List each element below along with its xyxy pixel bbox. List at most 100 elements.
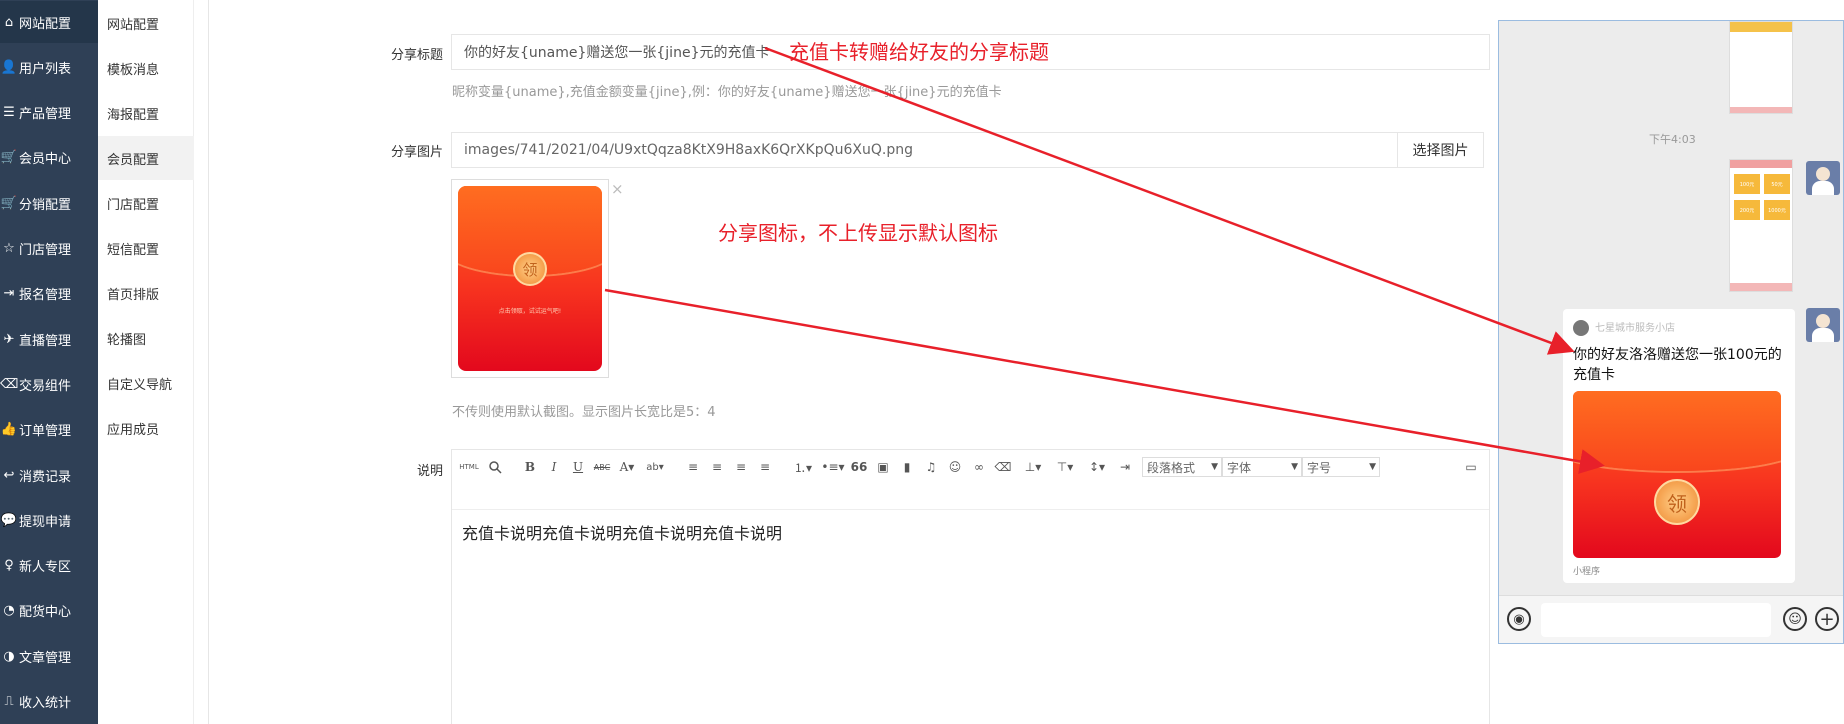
submenu-item-9[interactable]: 应用成员 <box>98 406 194 450</box>
image-icon[interactable]: ▣ <box>874 459 892 475</box>
sidebar-item-8[interactable]: ⌫ 交易组件 <box>0 363 98 405</box>
align-center-icon[interactable]: ≡ <box>708 459 726 475</box>
submenu-item-7[interactable]: 轮播图 <box>98 316 194 360</box>
sidebar-item-label: 配货中心 <box>19 605 72 621</box>
row-spacing-top-icon[interactable]: ⊤▾ <box>1052 459 1078 475</box>
sidebar-item-label: 网站配置 <box>19 16 72 32</box>
music-icon[interactable]: ♫ <box>922 459 940 475</box>
submenu-item-6[interactable]: 首页排版 <box>98 271 194 315</box>
fullscreen-icon[interactable]: ▭ <box>1462 459 1480 475</box>
ordered-list-icon[interactable]: ⒈▾ <box>790 459 816 475</box>
share-image-hint: 不传则使用默认截图。显示图片长宽比是5：4 <box>452 405 716 420</box>
align-justify-icon[interactable]: ≡ <box>756 459 774 475</box>
remove-image-icon[interactable]: × <box>611 180 624 198</box>
emoji-icon[interactable]: ☺ <box>1783 607 1807 631</box>
sidebar-item-2[interactable]: ☰ 产品管理 <box>0 92 98 134</box>
sidebar-item-15[interactable]: ⎍ 收入统计 <box>0 681 98 723</box>
home-icon: ⌂ <box>4 14 14 30</box>
chat-avatar <box>1806 161 1840 195</box>
phone-preview: 下午4:03 100元 50元 200元 1000元 七星城市服务小店 你的好友洛洛赠… <box>1498 20 1844 644</box>
sidebar-item-9[interactable]: 👍 订单管理 <box>0 409 98 451</box>
line-height-icon[interactable]: ↕▾ <box>1084 459 1110 475</box>
icon-annotation: 分享图标，不上传显示默认图标 <box>718 221 998 245</box>
share-image-path-input[interactable]: images/741/2021/04/U9xtQqza8KtX9H8axK6Qr… <box>451 132 1398 168</box>
paragraph-format-select[interactable]: 段落格式 ▼ <box>1142 457 1222 477</box>
strikethrough-button[interactable]: ABC <box>593 459 611 475</box>
chat-avatar-2 <box>1806 308 1840 342</box>
sign-in-icon: ⇥ <box>3 286 15 302</box>
font-family-select[interactable]: 字体 ▼ <box>1222 457 1302 477</box>
eraser-icon[interactable]: ⌫ <box>994 459 1012 475</box>
blockquote-icon[interactable]: 66 <box>850 459 868 475</box>
envelope-coin: 领 <box>513 252 547 286</box>
align-right-icon[interactable]: ≡ <box>732 459 750 475</box>
select-image-button[interactable]: 选择图片 <box>1397 132 1484 168</box>
sidebar-item-label: 订单管理 <box>19 424 72 440</box>
pie-chart-icon: ◔ <box>3 603 15 619</box>
sidebar-item-0[interactable]: ⌂ 网站配置 <box>0 1 98 43</box>
sidebar-item-6[interactable]: ⇥ 报名管理 <box>0 273 98 315</box>
sidebar-item-label: 新人专区 <box>19 560 72 576</box>
emotion-icon[interactable]: ☺ <box>946 459 964 475</box>
paragraph-format-value: 段落格式 <box>1147 460 1196 475</box>
sidebar-item-label: 提现申请 <box>19 514 72 530</box>
envelope-small-text: 点击领取，试试运气吧! <box>498 308 562 315</box>
sidebar-item-11[interactable]: 💬 提现申请 <box>0 499 98 541</box>
unordered-list-icon[interactable]: •≡▾ <box>820 459 846 475</box>
cart-icon: 🛒 <box>0 195 18 211</box>
sub-menu: 网站配置 模板消息 海报配置 会员配置 门店配置 短信配置 首页排版 轮播图 自定义导航 应用成员 <box>98 0 194 724</box>
share-title-hint: 昵称变量{uname},充值金额变量{jine},例：你的好友{uname}赠送… <box>452 85 1002 100</box>
sidebar-item-5[interactable]: ☆ 门店管理 <box>0 228 98 270</box>
align-left-icon[interactable]: ≡ <box>684 459 702 475</box>
underline-button[interactable]: U <box>569 459 587 475</box>
submenu-item-8[interactable]: 自定义导航 <box>98 361 194 405</box>
main-sidebar: ⌂ 网站配置 👤 用户列表 ☰ 产品管理 🛒 会员中心 🛒 分销配置 ☆ 门店管理 ⇥ 报名管理 ✈ 直播管理… <box>0 0 98 724</box>
link-icon[interactable]: ∞ <box>970 459 988 475</box>
html-source-button[interactable]: HTML <box>458 459 480 475</box>
page: ⌂ 网站配置 👤 用户列表 ☰ 产品管理 🛒 会员中心 🛒 分销配置 ☆ 门店管理 ⇥ 报名管理 ✈ 直播管理… <box>0 0 1844 724</box>
submenu-item-1[interactable]: 模板消息 <box>98 46 194 90</box>
sidebar-item-label: 分销配置 <box>19 197 72 213</box>
submenu-item-2[interactable]: 海报配置 <box>98 91 194 135</box>
font-size-select[interactable]: 字号 ▼ <box>1302 457 1380 477</box>
adjust-icon: ◑ <box>3 648 15 664</box>
editor-toolbar: HTML B I U ABC A▾ ab▾ ≡ ≡ ≡ ≡ ⒈▾ •≡▾ 66 … <box>452 450 1489 510</box>
editor-content[interactable]: 充值卡说明充值卡说明充值卡说明充值卡说明 <box>462 520 782 544</box>
sidebar-item-label: 产品管理 <box>19 107 72 123</box>
sidebar-item-14[interactable]: ◑ 文章管理 <box>0 635 98 677</box>
chat-text-input[interactable] <box>1541 603 1771 637</box>
plus-icon[interactable]: + <box>1815 607 1839 631</box>
submenu-item-3[interactable]: 会员配置 <box>98 136 194 180</box>
mini-program-card-top <box>1729 21 1793 114</box>
sidebar-item-13[interactable]: ◔ 配货中心 <box>0 590 98 632</box>
sidebar-item-3[interactable]: 🛒 会员中心 <box>0 137 98 179</box>
sidebar-item-10[interactable]: ↩ 消费记录 <box>0 454 98 496</box>
video-icon[interactable]: ▮ <box>898 459 916 475</box>
share-redpack: 领 <box>1573 391 1781 558</box>
paragraph-align-icon[interactable]: ⊥▾ <box>1020 459 1046 475</box>
voice-icon[interactable]: ◉ <box>1507 607 1531 631</box>
arrow-image <box>604 288 1605 474</box>
search-icon[interactable] <box>486 459 504 475</box>
content-divider <box>208 0 209 724</box>
font-color-icon[interactable]: A▾ <box>618 459 636 475</box>
cart-icon: 🛒 <box>0 150 18 166</box>
mini-program-card-prices: 100元 50元 200元 1000元 <box>1729 159 1793 292</box>
submenu-item-5[interactable]: 短信配置 <box>98 226 194 270</box>
sidebar-item-label: 报名管理 <box>19 288 72 304</box>
sidebar-item-1[interactable]: 👤 用户列表 <box>0 46 98 88</box>
share-envelope-flap <box>1573 391 1781 472</box>
submenu-item-4[interactable]: 门店配置 <box>98 181 194 225</box>
background-color-icon[interactable]: ab▾ <box>646 459 664 475</box>
bold-button[interactable]: B <box>521 459 539 475</box>
submenu-item-0[interactable]: 网站配置 <box>98 1 194 45</box>
share-title-label: 分享标题 <box>390 48 443 63</box>
italic-button[interactable]: I <box>545 459 563 475</box>
sidebar-item-label: 交易组件 <box>19 378 72 394</box>
mini-price-tile: 200元 <box>1734 200 1760 220</box>
sidebar-item-4[interactable]: 🛒 分销配置 <box>0 182 98 224</box>
share-card[interactable]: 七星城市服务小店 你的好友洛洛赠送您一张100元的充值卡 领 小程序 <box>1563 309 1795 583</box>
indent-icon[interactable]: ⇥ <box>1116 459 1134 475</box>
sidebar-item-12[interactable]: ♀ 新人专区 <box>0 545 98 587</box>
sidebar-item-7[interactable]: ✈ 直播管理 <box>0 318 98 360</box>
